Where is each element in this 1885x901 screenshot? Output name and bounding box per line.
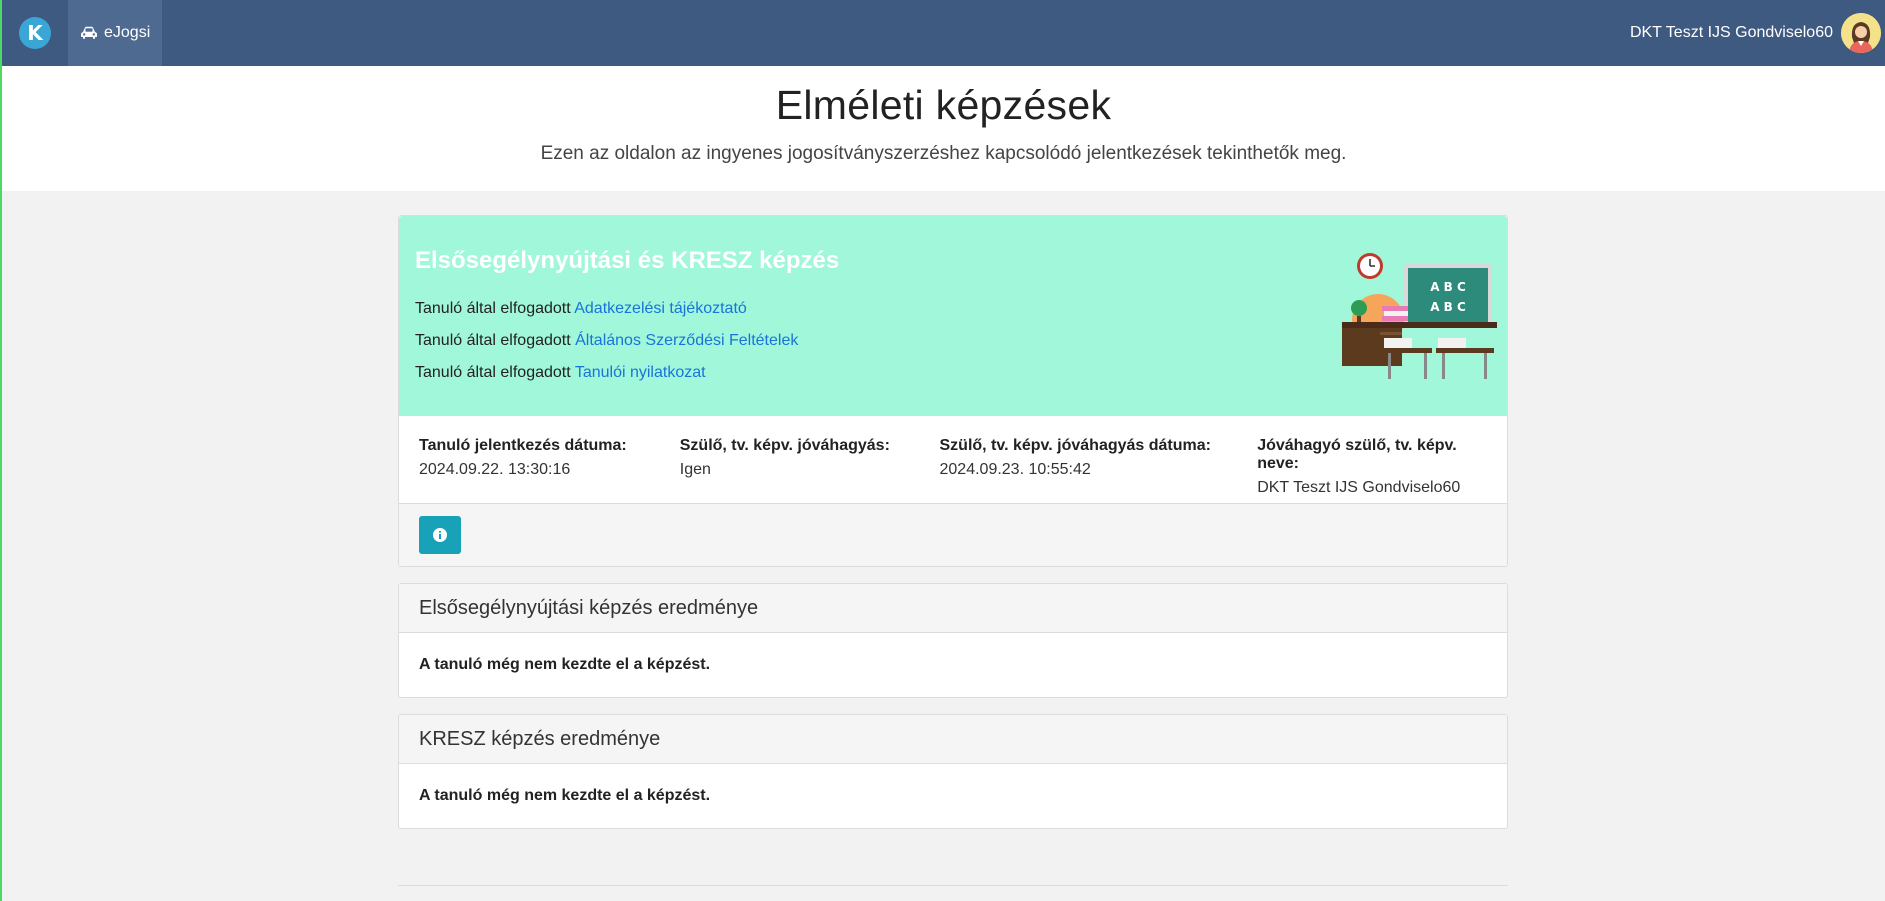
accepted-documents: Tanuló által elfogadott Adatkezelési táj… [415, 300, 1491, 385]
detail-label: Szülő, tv. képv. jóváhagyás dátuma: [939, 437, 1211, 454]
student-declaration-link[interactable]: Tanulói nyilatkozat [575, 364, 706, 381]
car-icon [81, 26, 97, 39]
accepted-prefix: Tanuló által elfogadott [415, 300, 571, 317]
page-title: Elméleti képzések [775, 82, 1112, 128]
info-circle-icon [433, 528, 447, 542]
kresz-result-text: A tanuló még nem kezdte el a képzést. [419, 787, 711, 804]
detail-value: Igen [679, 461, 711, 478]
main-container: Elsősegélynyújtási és KRESZ képzés Tanul… [398, 215, 1508, 829]
board-text-top: A B C [1430, 280, 1466, 294]
first-aid-result-title: Elsősegélynyújtási képzés eredménye [399, 584, 1507, 633]
kresz-result-card: KRESZ képzés eredménye A tanuló még nem … [398, 714, 1508, 829]
accepted-document-row: Tanuló által elfogadott Általános Szerző… [415, 332, 1491, 353]
course-actions [399, 504, 1507, 566]
detail-parent-approval: Szülő, tv. képv. jóváhagyás: Igen [680, 437, 940, 503]
kresz-result-title: KRESZ képzés eredménye [399, 715, 1507, 764]
user-name: DKT Teszt IJS Gondviselo60 [1629, 24, 1833, 41]
brand-logo-link[interactable]: K [2, 0, 68, 66]
course-title: Elsősegélynyújtási és KRESZ képzés [415, 247, 840, 274]
nav-item-ejogsi[interactable]: eJogsi [68, 0, 163, 66]
nav-item-label: eJogsi [104, 24, 151, 41]
detail-label: Jóváhagyó szülő, tv. képv. neve: [1257, 437, 1457, 472]
terms-link[interactable]: Általános Szerződési Feltételek [575, 332, 798, 349]
board-text-bottom: A B C [1430, 300, 1466, 314]
course-card: Elsősegélynyújtási és KRESZ képzés Tanul… [398, 215, 1508, 567]
user-avatar-icon [1841, 13, 1881, 53]
avatar [1841, 13, 1881, 53]
detail-label: Szülő, tv. képv. jóváhagyás: [679, 437, 890, 454]
footer-divider [398, 885, 1508, 886]
detail-value: 2024.09.22. 13:30:16 [419, 461, 571, 478]
first-aid-result-text: A tanuló még nem kezdte el a képzést. [419, 656, 711, 673]
accepted-prefix: Tanuló által elfogadott [415, 364, 571, 381]
detail-value: DKT Teszt IJS Gondviselo60 [1257, 479, 1461, 496]
detail-value: 2024.09.23. 10:55:42 [939, 461, 1091, 478]
page-subtitle: Ezen az oldalon az ingyenes jogosítványs… [540, 143, 1347, 164]
detail-label: Tanuló jelentkezés dátuma: [419, 437, 627, 454]
accepted-prefix: Tanuló által elfogadott [415, 332, 571, 349]
top-navbar: K eJogsi DKT Teszt IJS Gondviselo60 [2, 0, 1885, 66]
info-button[interactable] [419, 516, 461, 554]
application-details: Tanuló jelentkezés dátuma: 2024.09.22. 1… [399, 416, 1507, 504]
first-aid-result-card: Elsősegélynyújtási képzés eredménye A ta… [398, 583, 1508, 698]
user-menu[interactable]: DKT Teszt IJS Gondviselo60 [1630, 0, 1885, 66]
privacy-policy-link[interactable]: Adatkezelési tájékoztató [574, 300, 747, 317]
detail-approver-name: Jóváhagyó szülő, tv. képv. neve: DKT Tes… [1257, 437, 1487, 503]
accepted-document-row: Tanuló által elfogadott Tanulói nyilatko… [415, 364, 1491, 385]
detail-application-date: Tanuló jelentkezés dátuma: 2024.09.22. 1… [419, 437, 680, 503]
course-hero: Elsősegélynyújtási és KRESZ képzés Tanul… [399, 216, 1507, 416]
detail-approval-date: Szülő, tv. képv. jóváhagyás dátuma: 2024… [940, 437, 1258, 503]
page-header: Elméleti képzések Ezen az oldalon az ing… [2, 66, 1885, 191]
accepted-document-row: Tanuló által elfogadott Adatkezelési táj… [415, 300, 1491, 321]
classroom-illustration: A B C A B C [1342, 253, 1497, 379]
brand-logo: K [19, 17, 51, 49]
